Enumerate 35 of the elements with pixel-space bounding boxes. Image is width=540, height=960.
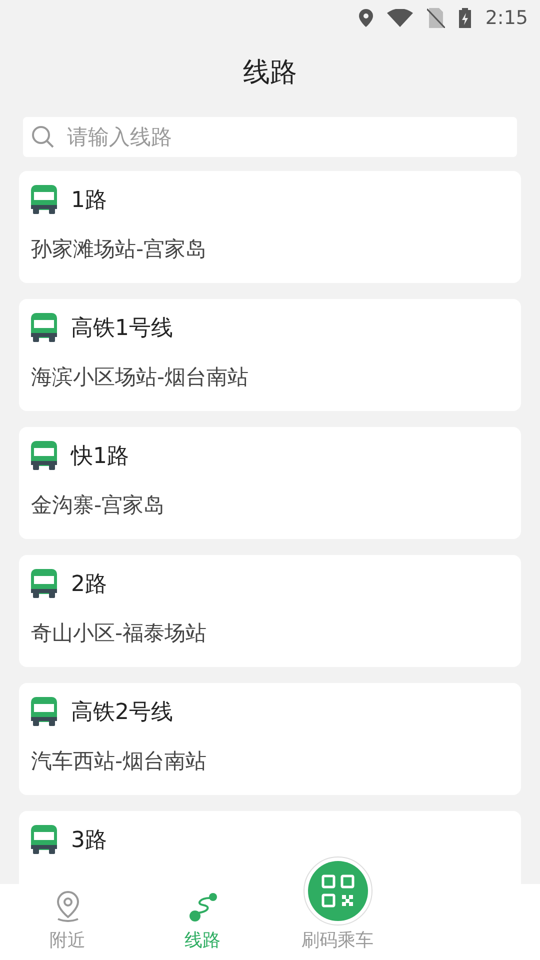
route-name: 2路 [71, 571, 107, 599]
route-stops: 海滨小区场站-烟台南站 [31, 364, 250, 391]
route-name: 1路 [71, 187, 107, 215]
wifi-icon [387, 9, 414, 27]
route-stops: 汽车西站-烟台南站 [31, 748, 208, 775]
route-name: 快1路 [71, 443, 129, 471]
location-icon [359, 9, 374, 27]
page-title: 线路 [243, 56, 297, 90]
route-card[interactable]: 快1路 金沟寨-宫家岛 [19, 427, 521, 539]
route-name: 高铁1号线 [71, 315, 173, 343]
route-card[interactable]: 高铁2号线 汽车西站-烟台南站 [19, 683, 521, 795]
location-pin-icon [54, 890, 80, 922]
qr-code-icon [321, 874, 354, 908]
route-stops: 奇山小区-福泰场站 [31, 620, 208, 647]
route-name: 高铁2号线 [71, 699, 173, 727]
bus-icon [31, 313, 57, 343]
bus-icon [31, 441, 57, 471]
bus-icon [31, 825, 57, 855]
route-icon [188, 892, 218, 922]
qr-code-button[interactable] [302, 856, 372, 926]
status-time: 2:15 [485, 7, 528, 29]
battery-icon [459, 8, 472, 28]
route-card[interactable]: 高铁1号线 海滨小区场站-烟台南站 [19, 299, 521, 411]
route-stops: 孙家滩场站-宫家岛 [31, 236, 208, 263]
route-name: 3路 [71, 827, 107, 855]
route-card[interactable]: 2路 奇山小区-福泰场站 [19, 555, 521, 667]
no-sim-icon [427, 8, 446, 28]
bus-icon [31, 185, 57, 215]
search-field[interactable]: 请输入线路 [23, 117, 517, 157]
route-card[interactable]: 3路 [19, 811, 521, 884]
search-icon [31, 125, 55, 149]
bus-icon [31, 569, 57, 599]
route-card[interactable]: 1路 孙家滩场站-宫家岛 [19, 171, 521, 283]
bus-icon [31, 697, 57, 727]
route-stops: 金沟寨-宫家岛 [31, 492, 166, 519]
